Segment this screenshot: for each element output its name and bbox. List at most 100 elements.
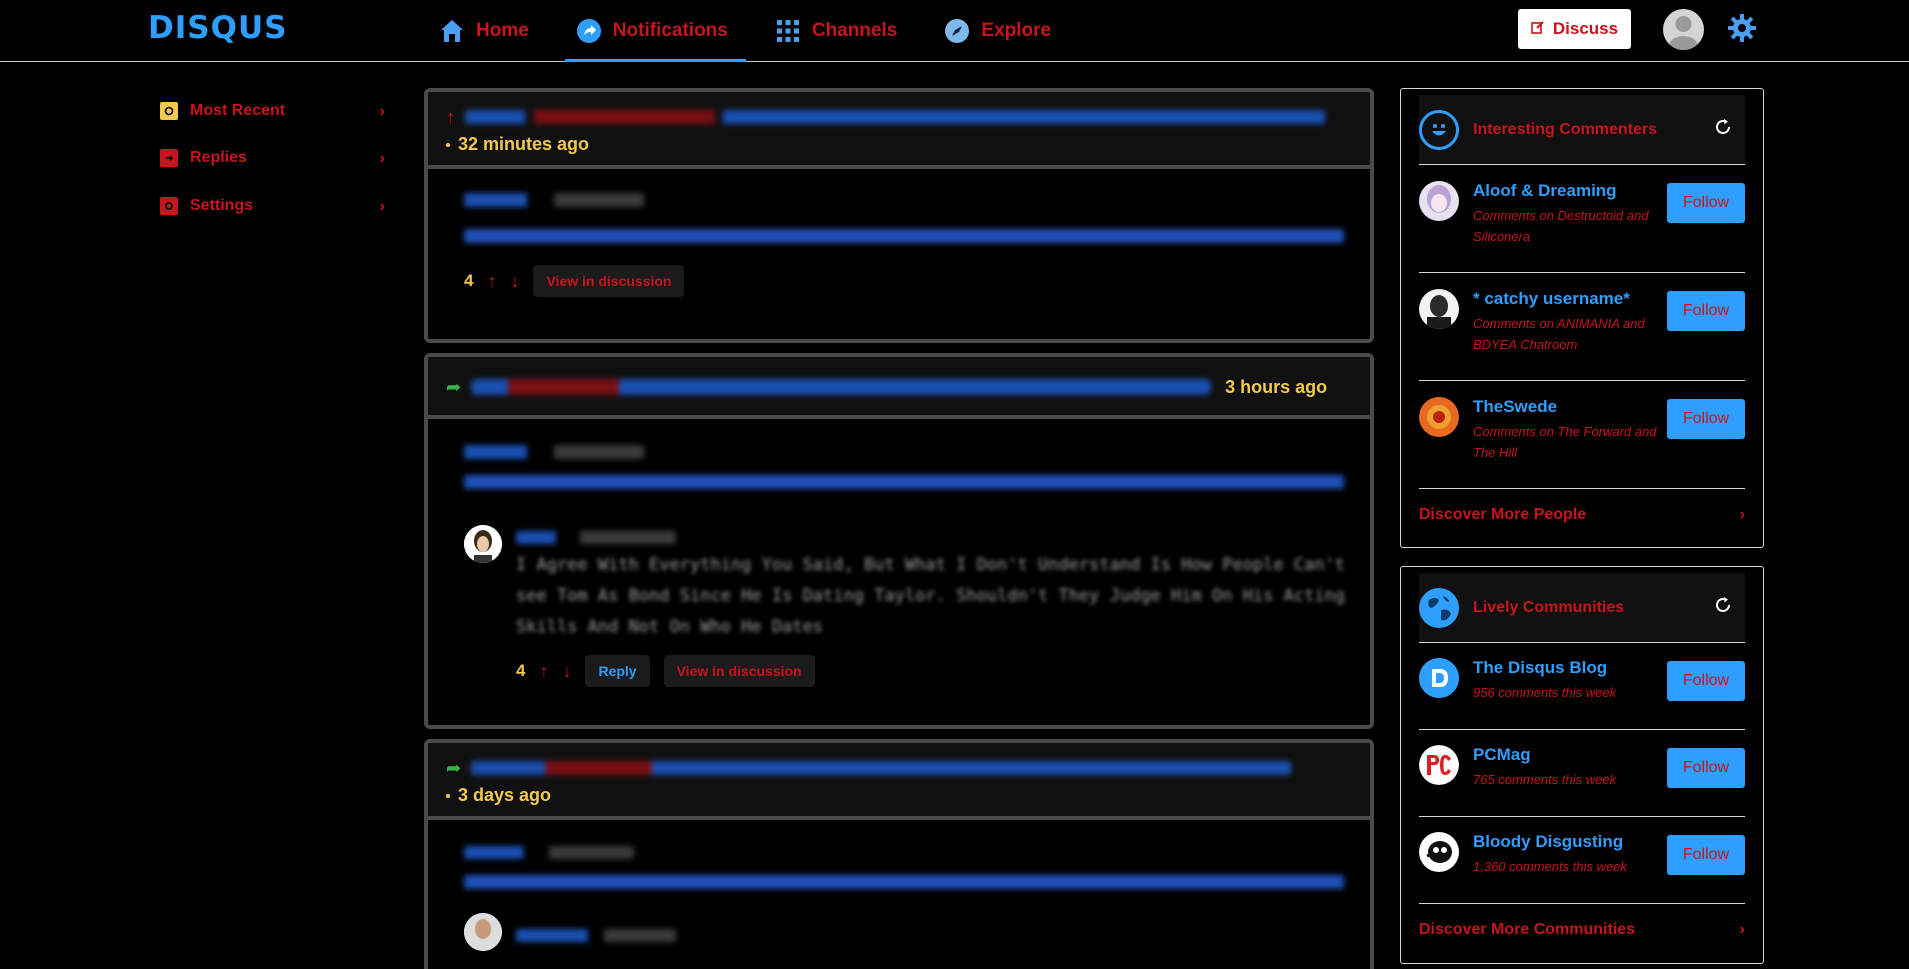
comment-actions: 4 ↑ ↓ Reply View in discussion [516,655,1366,687]
redacted-summary [471,379,1212,395]
notifications-icon [575,17,603,45]
avatar[interactable] [1419,397,1459,437]
panel-header: Lively Communities [1419,573,1745,643]
commenter-name[interactable]: * catchy username* [1473,289,1669,309]
notification-card: ↑ 32 minutes ago 4 ↑ ↓ View in discussio… [424,88,1374,343]
user-avatar[interactable] [1663,9,1704,50]
notification-card: ➦ 3 days ago [424,739,1374,969]
comment-meta [464,193,644,207]
list-item: Aloof & Dreaming Comments on Destructoid… [1419,165,1745,273]
discover-more-people-label: Discover More People [1419,506,1587,523]
pcmag-logo[interactable] [1419,745,1459,785]
community-description: 1,360 comments this week [1473,859,1627,874]
view-in-discussion-button[interactable]: View in discussion [663,655,815,687]
grid-icon [774,17,802,45]
sidebar-item-replies[interactable]: Replies › [160,143,385,173]
list-item: TheSwede Comments on The Forward and The… [1419,381,1745,489]
comment-excerpt [464,875,1344,889]
reply-comment: I Agree With Everything You Said, But Wh… [464,525,1345,687]
gear-icon[interactable] [1727,13,1757,43]
upvote-button[interactable]: ↑ [487,271,496,292]
follow-button[interactable]: Follow [1667,661,1745,701]
reply-comment [464,913,1334,951]
reply-content: I Agree With Everything You Said, But Wh… [516,525,1366,687]
comment-actions: 4 ↑ ↓ View in discussion [464,265,1334,297]
discuss-button-label: Discuss [1552,19,1619,38]
redacted-summary [471,761,1292,775]
notification-body: I Agree With Everything You Said, But Wh… [428,419,1370,705]
main-nav: Home Notifications Channels Explore [438,0,1097,62]
disqus-logo[interactable]: DISQUS [148,10,287,46]
chevron-right-icon: › [379,198,385,215]
follow-button[interactable]: Follow [1667,183,1745,223]
edit-icon [1531,19,1545,39]
downvote-button[interactable]: ↓ [510,271,519,292]
nav-home[interactable]: Home [438,0,543,62]
avatar[interactable] [464,913,502,951]
follow-button[interactable]: Follow [1667,399,1745,439]
follow-button[interactable]: Follow [1667,835,1745,875]
notification-header: ➦ 3 days ago [428,743,1370,820]
discuss-button[interactable]: Discuss [1518,9,1631,49]
community-name[interactable]: The Disqus Blog [1473,658,1669,678]
notification-time: 32 minutes ago [446,134,1352,155]
community-name[interactable]: Bloody Disgusting [1473,832,1669,852]
compass-icon [943,17,971,45]
nav-explore[interactable]: Explore [943,0,1065,62]
refresh-icon[interactable] [1713,595,1735,617]
view-in-discussion-button[interactable]: View in discussion [533,265,685,297]
nav-home-label: Home [476,20,529,41]
comment-meta [464,846,634,859]
sidebar-item-settings[interactable]: Settings › [160,191,385,221]
discover-more-people-link[interactable]: Discover More People › [1419,489,1745,541]
notification-filters-sidebar: Most Recent › Replies › Settings › [160,96,385,238]
replies-icon [160,149,178,167]
nav-notifications[interactable]: Notifications [564,0,746,62]
top-navigation-bar: DISQUS Home Notifications Channels Explo… [0,0,1909,62]
community-description: 956 comments this week [1473,685,1617,700]
notification-header: ➦ 3 hours ago [428,357,1370,419]
lively-communities-panel: Lively Communities The Disqus Blog 956 c… [1400,566,1764,964]
vote-count: 4 [464,271,474,290]
avatar[interactable] [1419,181,1459,221]
avatar[interactable] [1419,289,1459,329]
commenter-description: Comments on The Forward and The Hill [1473,424,1657,460]
commenter-name[interactable]: Aloof & Dreaming [1473,181,1669,201]
vote-count: 4 [516,661,526,680]
panel-header: Interesting Commenters [1419,95,1745,165]
chevron-right-icon: › [379,103,385,120]
discover-more-communities-label: Discover More Communities [1419,921,1636,938]
commenter-description: Comments on Destructoid and Siliconera [1473,208,1649,244]
home-icon [438,17,466,45]
chevron-right-icon: › [1739,506,1745,523]
nav-channels-label: Channels [811,20,898,41]
notification-summary: ↑ [446,106,1352,128]
upvote-button[interactable]: ↑ [539,661,548,682]
community-name[interactable]: PCMag [1473,745,1669,765]
most-recent-icon [160,102,178,120]
discover-more-communities-link[interactable]: Discover More Communities › [1419,904,1745,956]
sidebar-item-most-recent[interactable]: Most Recent › [160,96,385,126]
refresh-icon[interactable] [1713,117,1735,139]
notification-summary: ➦ 3 hours ago [446,372,1352,402]
reply-button[interactable]: Reply [585,655,650,687]
follow-button[interactable]: Follow [1667,291,1745,331]
commenter-name[interactable]: TheSwede [1473,397,1669,417]
nav-channels[interactable]: Channels [774,0,912,62]
list-item: * catchy username* Comments on ANIMANIA … [1419,273,1745,381]
avatar[interactable] [464,525,502,563]
disqus-blog-logo[interactable] [1419,658,1459,698]
smiley-icon [1419,109,1459,150]
downvote-button[interactable]: ↓ [562,661,571,682]
panel-title: Interesting Commenters [1473,120,1658,138]
share-arrow-icon: ➦ [446,757,462,778]
notification-body [428,820,1370,969]
follow-button[interactable]: Follow [1667,748,1745,788]
sidebar-item-label: Replies [190,149,247,166]
bloody-disgusting-logo[interactable] [1419,832,1459,872]
chevron-right-icon: › [379,150,385,167]
list-item: PCMag 765 comments this week Follow [1419,730,1745,817]
comment-meta [464,445,644,459]
comment-excerpt [464,229,1344,243]
sidebar-item-label: Settings [190,197,254,214]
